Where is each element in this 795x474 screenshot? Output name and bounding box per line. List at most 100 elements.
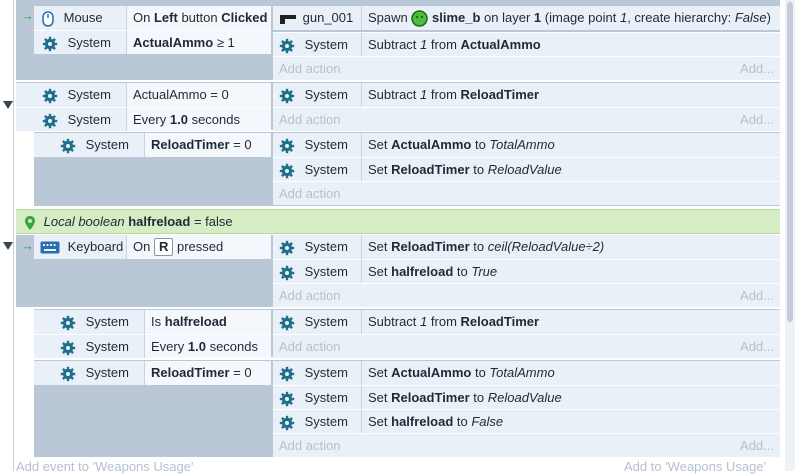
condition-compare[interactable]: ReloadTimer = 0 bbox=[145, 361, 271, 385]
condition-object[interactable]: System bbox=[34, 310, 145, 334]
gun-icon bbox=[280, 14, 296, 24]
add-action-button[interactable]: Add action Add... bbox=[273, 56, 780, 80]
gear-icon bbox=[279, 391, 295, 406]
add-more-label: Add... bbox=[740, 112, 774, 127]
condition-object[interactable]: System bbox=[34, 30, 127, 54]
condition-param: 1.0 bbox=[169, 112, 188, 127]
action-text: to bbox=[456, 264, 468, 279]
action-text: to bbox=[474, 137, 486, 152]
action-param: TotalAmmo bbox=[489, 365, 555, 380]
action-text: Spawn bbox=[368, 10, 408, 25]
action-subtract[interactable]: Subtract 1 from ReloadTimer bbox=[362, 83, 780, 107]
add-action-button[interactable]: Add action bbox=[273, 181, 780, 205]
add-action-label: Add action bbox=[279, 288, 341, 303]
location-pin-icon bbox=[25, 215, 35, 230]
condition-compare[interactable]: ActualAmmo = 0 bbox=[127, 83, 271, 107]
condition-compare[interactable]: ReloadTimer = 0 bbox=[145, 133, 271, 157]
action-object[interactable]: System bbox=[273, 409, 362, 433]
action-param: halfreload bbox=[391, 414, 454, 429]
action-object[interactable]: gun_001 bbox=[273, 6, 362, 30]
action-param: TotalAmmo bbox=[489, 137, 555, 152]
condition-on-click[interactable]: On Left button Clicked bbox=[127, 6, 271, 30]
object-name: System bbox=[304, 239, 348, 254]
add-action-label: Add action bbox=[279, 112, 341, 127]
action-object[interactable]: System bbox=[273, 235, 362, 259]
object-name: Mouse bbox=[63, 10, 103, 25]
condition-object[interactable]: System bbox=[16, 107, 127, 131]
condition-param: ReloadTimer bbox=[151, 365, 230, 380]
action-text: on layer bbox=[484, 10, 531, 25]
add-action-button[interactable]: Add action Add... bbox=[273, 107, 780, 131]
action-object[interactable]: System bbox=[273, 361, 362, 385]
condition-key-pressed[interactable]: On R pressed bbox=[127, 235, 271, 259]
action-text: , create hierarchy: bbox=[627, 10, 732, 25]
add-action-button[interactable]: Add action Add... bbox=[273, 283, 780, 307]
condition-object[interactable]: System bbox=[34, 334, 145, 358]
add-to-group-link[interactable]: Add to 'Weapons Usage' bbox=[624, 459, 766, 474]
condition-text: button bbox=[181, 10, 218, 25]
object-name: System bbox=[304, 162, 348, 177]
condition-object[interactable]: System bbox=[34, 133, 145, 157]
action-set[interactable]: Set ActualAmmo to TotalAmmo bbox=[362, 361, 780, 385]
condition-every[interactable]: Every 1.0 seconds bbox=[145, 334, 271, 358]
action-object[interactable]: System bbox=[273, 133, 362, 157]
action-spawn[interactable]: Spawn slime_b on layer 1 (image point 1,… bbox=[362, 6, 780, 30]
object-name: System bbox=[67, 87, 111, 102]
local-variable-row[interactable]: Local boolean halfreload = false bbox=[16, 209, 780, 234]
gear-icon bbox=[60, 340, 76, 355]
action-set[interactable]: Set ActualAmmo to TotalAmmo bbox=[362, 133, 780, 157]
action-text: to bbox=[473, 390, 485, 405]
gear-icon bbox=[279, 163, 295, 178]
condition-text: = 0 bbox=[233, 365, 252, 380]
action-text: ) bbox=[766, 10, 771, 25]
condition-text: pressed bbox=[176, 239, 224, 254]
action-param: slime_b bbox=[432, 10, 481, 25]
action-object[interactable]: System bbox=[273, 259, 362, 283]
action-set[interactable]: Set halfreload to False bbox=[362, 409, 780, 433]
action-object[interactable]: System bbox=[273, 83, 362, 107]
action-subtract[interactable]: Subtract 1 from ReloadTimer bbox=[362, 310, 780, 334]
condition-object[interactable]: System bbox=[16, 83, 127, 107]
action-param: ReloadTimer bbox=[391, 239, 470, 254]
action-subtract[interactable]: Subtract 1 from ActualAmmo bbox=[362, 32, 780, 56]
action-text: Set bbox=[368, 137, 388, 152]
add-action-button[interactable]: Add action Add... bbox=[273, 334, 780, 358]
scrollbar-thumb[interactable] bbox=[787, 2, 793, 322]
action-param: ReloadTimer bbox=[391, 390, 470, 405]
condition-text: seconds bbox=[191, 112, 240, 127]
action-set[interactable]: Set ReloadTimer to ceil(ReloadValue÷2) bbox=[362, 235, 780, 259]
action-object[interactable]: System bbox=[273, 157, 362, 181]
add-event-link[interactable]: Add event to 'Weapons Usage' bbox=[16, 459, 193, 474]
collapse-toggle-icon[interactable] bbox=[3, 101, 13, 109]
collapse-toggle-icon[interactable] bbox=[3, 242, 13, 250]
action-text: to bbox=[473, 162, 485, 177]
add-action-button[interactable]: Add action Add... bbox=[273, 433, 780, 457]
action-object[interactable]: System bbox=[273, 385, 362, 409]
condition-text: Every bbox=[151, 339, 185, 354]
condition-object[interactable]: Keyboard bbox=[34, 235, 127, 259]
condition-object[interactable]: System bbox=[34, 361, 145, 385]
gear-icon bbox=[279, 415, 295, 430]
action-param: 1 bbox=[420, 87, 428, 102]
action-set[interactable]: Set halfreload to True bbox=[362, 259, 780, 283]
gear-icon bbox=[279, 88, 295, 103]
trigger-arrow-icon: → bbox=[21, 8, 34, 23]
action-param: 1 bbox=[420, 314, 428, 329]
object-name: gun_001 bbox=[302, 10, 354, 25]
object-name: System bbox=[304, 414, 348, 429]
condition-text: Every bbox=[133, 112, 167, 127]
action-object[interactable]: System bbox=[273, 32, 362, 56]
object-name: System bbox=[304, 87, 348, 102]
action-set[interactable]: Set ReloadTimer to ReloadValue bbox=[362, 157, 780, 181]
gear-icon bbox=[279, 38, 295, 53]
condition-is-boolean[interactable]: Is halfreload bbox=[145, 310, 271, 334]
condition-compare[interactable]: ActualAmmo ≥ 1 bbox=[127, 30, 271, 54]
action-object[interactable]: System bbox=[273, 310, 362, 334]
keyboard-icon bbox=[40, 241, 60, 254]
gear-icon bbox=[279, 138, 295, 153]
condition-every[interactable]: Every 1.0 seconds bbox=[127, 107, 271, 131]
condition-object[interactable]: Mouse bbox=[34, 6, 127, 30]
condition-text: Is bbox=[151, 314, 162, 329]
action-set[interactable]: Set ReloadTimer to ReloadValue bbox=[362, 385, 780, 409]
action-param: False bbox=[471, 414, 504, 429]
